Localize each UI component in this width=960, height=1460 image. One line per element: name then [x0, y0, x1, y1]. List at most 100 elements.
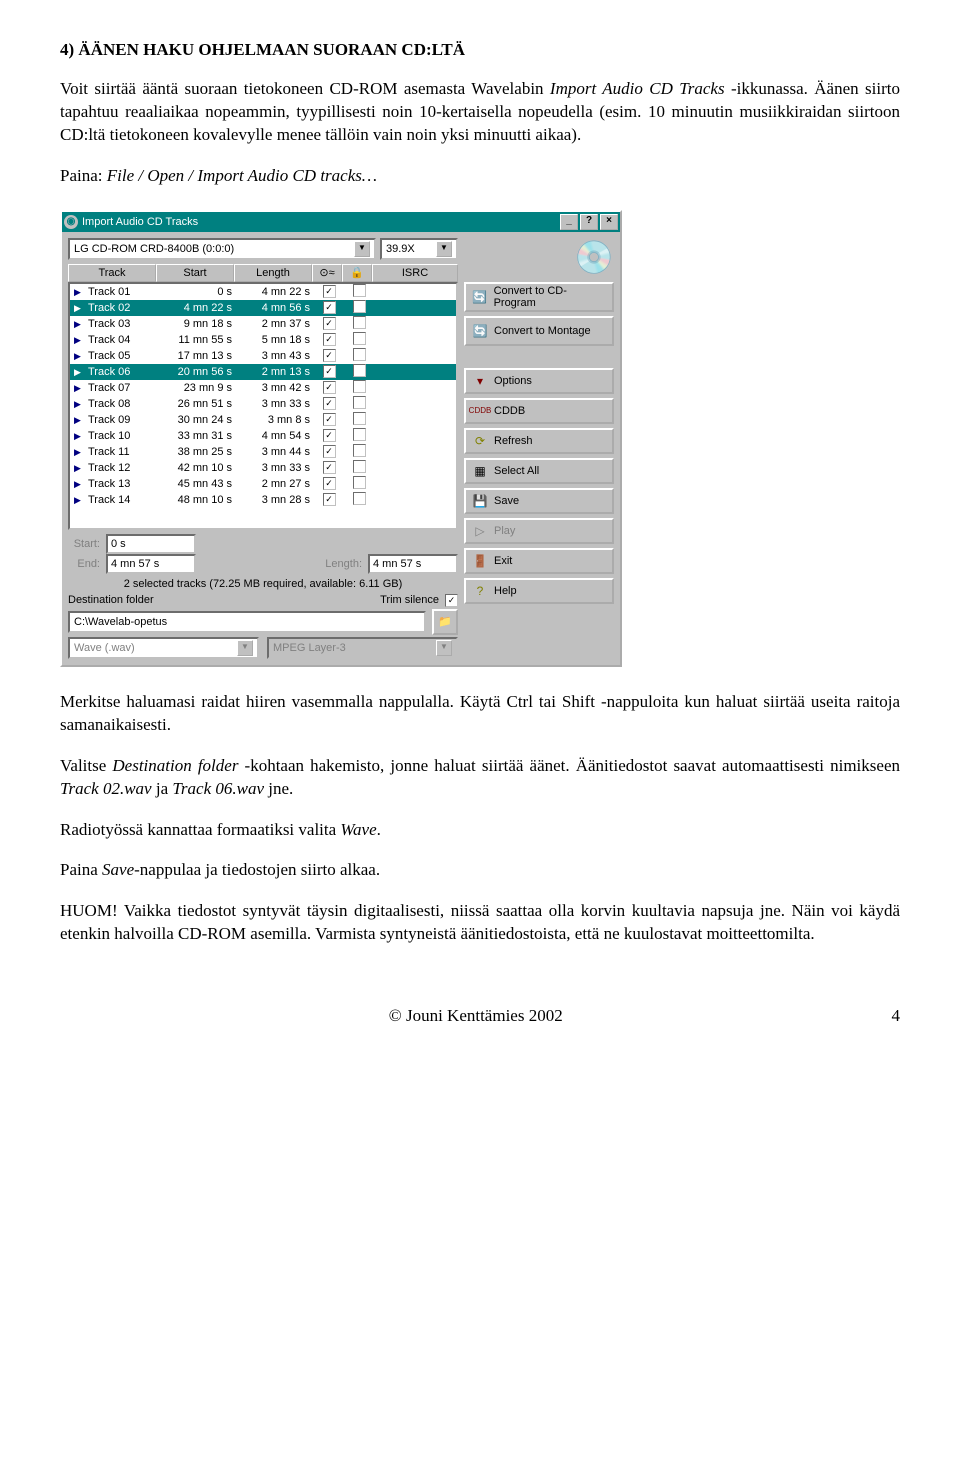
col-copy[interactable]: ⊙≈: [312, 264, 342, 282]
end-input[interactable]: 4 mn 57 s: [106, 554, 196, 574]
copy-checkbox[interactable]: ✓: [323, 317, 336, 330]
length-input[interactable]: 4 mn 57 s: [368, 554, 458, 574]
save-button[interactable]: 💾 Save: [464, 488, 614, 514]
refresh-button[interactable]: ⟳Refresh: [464, 428, 614, 454]
chevron-down-icon: ▼: [436, 640, 452, 656]
copy-checkbox[interactable]: ✓: [323, 477, 336, 490]
p5-a: Radiotyössä kannattaa formaatiksi valita: [60, 820, 340, 839]
speed-value: 39.9X: [386, 243, 415, 255]
emph-checkbox[interactable]: [353, 348, 366, 361]
start-input[interactable]: 0 s: [106, 534, 196, 554]
emph-checkbox[interactable]: [353, 332, 366, 345]
copy-checkbox[interactable]: ✓: [323, 413, 336, 426]
convert-to-montage-button[interactable]: 🔄Convert to Montage: [464, 316, 614, 346]
table-row[interactable]: ▶Track 1448 mn 10 s3 mn 28 s✓: [70, 492, 456, 508]
col-track[interactable]: Track: [68, 264, 156, 282]
emph-checkbox[interactable]: [353, 492, 366, 505]
emph-checkbox[interactable]: [353, 444, 366, 457]
track-name: Track 11: [84, 446, 158, 458]
table-row[interactable]: ▶Track 0411 mn 55 s5 mn 18 s✓: [70, 332, 456, 348]
copy-checkbox[interactable]: ✓: [323, 301, 336, 314]
track-length: 4 mn 22 s: [236, 286, 314, 298]
table-row[interactable]: ▶Track 0620 mn 56 s2 mn 13 s✓: [70, 364, 456, 380]
track-length: 4 mn 54 s: [236, 430, 314, 442]
play-icon: ▶: [74, 319, 81, 329]
emph-checkbox[interactable]: [353, 476, 366, 489]
btn-label: Save: [494, 495, 519, 507]
table-row[interactable]: ▶Track 010 s4 mn 22 s✓: [70, 284, 456, 300]
p1-text-b: Import Audio CD Tracks: [550, 79, 725, 98]
table-row[interactable]: ▶Track 1345 mn 43 s2 mn 27 s✓: [70, 476, 456, 492]
titlebar[interactable]: ◉ Import Audio CD Tracks _ ? ×: [62, 212, 620, 232]
p4-g: jne.: [264, 779, 293, 798]
copy-checkbox[interactable]: ✓: [323, 429, 336, 442]
track-length: 3 mn 42 s: [236, 382, 314, 394]
browse-button[interactable]: 📁: [432, 609, 458, 635]
convert-icon: 🔄: [472, 323, 488, 339]
chevron-down-icon: ▾: [472, 373, 488, 389]
table-row[interactable]: ▶Track 1033 mn 31 s4 mn 54 s✓: [70, 428, 456, 444]
copy-checkbox[interactable]: ✓: [323, 349, 336, 362]
save-icon: 💾: [472, 493, 488, 509]
drive-dropdown[interactable]: LG CD-ROM CRD-8400B (0:0:0) ▼: [68, 238, 376, 260]
table-row[interactable]: ▶Track 0723 mn 9 s3 mn 42 s✓: [70, 380, 456, 396]
btn-label: Options: [494, 375, 532, 387]
copy-checkbox[interactable]: ✓: [323, 493, 336, 506]
help-button[interactable]: ?: [580, 214, 598, 230]
cddb-button[interactable]: CDDBCDDB: [464, 398, 614, 424]
emph-checkbox[interactable]: [353, 316, 366, 329]
copy-checkbox[interactable]: ✓: [323, 397, 336, 410]
col-isrc[interactable]: ISRC: [372, 264, 458, 282]
track-name: Track 14: [84, 494, 158, 506]
emph-checkbox[interactable]: [353, 412, 366, 425]
select-all-button[interactable]: ▦Select All: [464, 458, 614, 484]
emph-checkbox[interactable]: [353, 284, 366, 297]
convert-icon: 🔄: [472, 289, 488, 305]
table-row[interactable]: ▶Track 1138 mn 25 s3 mn 44 s✓: [70, 444, 456, 460]
cd-icon: ◉: [64, 215, 78, 229]
track-start: 11 mn 55 s: [158, 334, 236, 346]
copy-checkbox[interactable]: ✓: [323, 285, 336, 298]
copy-checkbox[interactable]: ✓: [323, 333, 336, 346]
table-row[interactable]: ▶Track 024 mn 22 s4 mn 56 s✓: [70, 300, 456, 316]
col-emph[interactable]: 🔒: [342, 264, 372, 282]
emph-checkbox[interactable]: [353, 396, 366, 409]
track-start: 48 mn 10 s: [158, 494, 236, 506]
dest-label: Destination folder: [68, 594, 154, 606]
dest-path-input[interactable]: C:\Wavelab-opetus: [68, 611, 426, 633]
emph-checkbox[interactable]: [353, 460, 366, 473]
table-row[interactable]: ▶Track 039 mn 18 s2 mn 37 s✓: [70, 316, 456, 332]
track-name: Track 02: [84, 302, 158, 314]
emph-checkbox[interactable]: [353, 380, 366, 393]
emph-checkbox[interactable]: [353, 428, 366, 441]
exit-button[interactable]: 🚪Exit: [464, 548, 614, 574]
track-name: Track 08: [84, 398, 158, 410]
track-start: 9 mn 18 s: [158, 318, 236, 330]
table-row[interactable]: ▶Track 0517 mn 13 s3 mn 43 s✓: [70, 348, 456, 364]
emph-checkbox[interactable]: [353, 364, 366, 377]
copy-checkbox[interactable]: ✓: [323, 365, 336, 378]
convert-to-cd-program-button[interactable]: 🔄Convert to CD-Program: [464, 282, 614, 312]
copy-checkbox[interactable]: ✓: [323, 381, 336, 394]
col-start[interactable]: Start: [156, 264, 234, 282]
trim-checkbox[interactable]: ✓: [445, 594, 458, 607]
copy-checkbox[interactable]: ✓: [323, 445, 336, 458]
chevron-down-icon: ▼: [354, 241, 370, 257]
play-icon: ▶: [74, 495, 81, 505]
format-dropdown[interactable]: Wave (.wav) ▼: [68, 637, 259, 659]
table-row[interactable]: ▶Track 0826 mn 51 s3 mn 33 s✓: [70, 396, 456, 412]
table-row[interactable]: ▶Track 1242 mn 10 s3 mn 33 s✓: [70, 460, 456, 476]
play-button[interactable]: ▷Play: [464, 518, 614, 544]
minimize-button[interactable]: _: [560, 214, 578, 230]
col-length[interactable]: Length: [234, 264, 312, 282]
speed-dropdown[interactable]: 39.9X ▼: [380, 238, 458, 260]
p4-d: Track 02.wav: [60, 779, 152, 798]
emph-checkbox[interactable]: [353, 300, 366, 313]
table-row[interactable]: ▶Track 0930 mn 24 s3 mn 8 s✓: [70, 412, 456, 428]
copy-checkbox[interactable]: ✓: [323, 461, 336, 474]
options-button[interactable]: ▾ Options: [464, 368, 614, 394]
close-button[interactable]: ×: [600, 214, 618, 230]
cddb-icon: CDDB: [472, 403, 488, 419]
track-list[interactable]: ▶Track 010 s4 mn 22 s✓▶Track 024 mn 22 s…: [68, 282, 458, 530]
help-panel-button[interactable]: ?Help: [464, 578, 614, 604]
